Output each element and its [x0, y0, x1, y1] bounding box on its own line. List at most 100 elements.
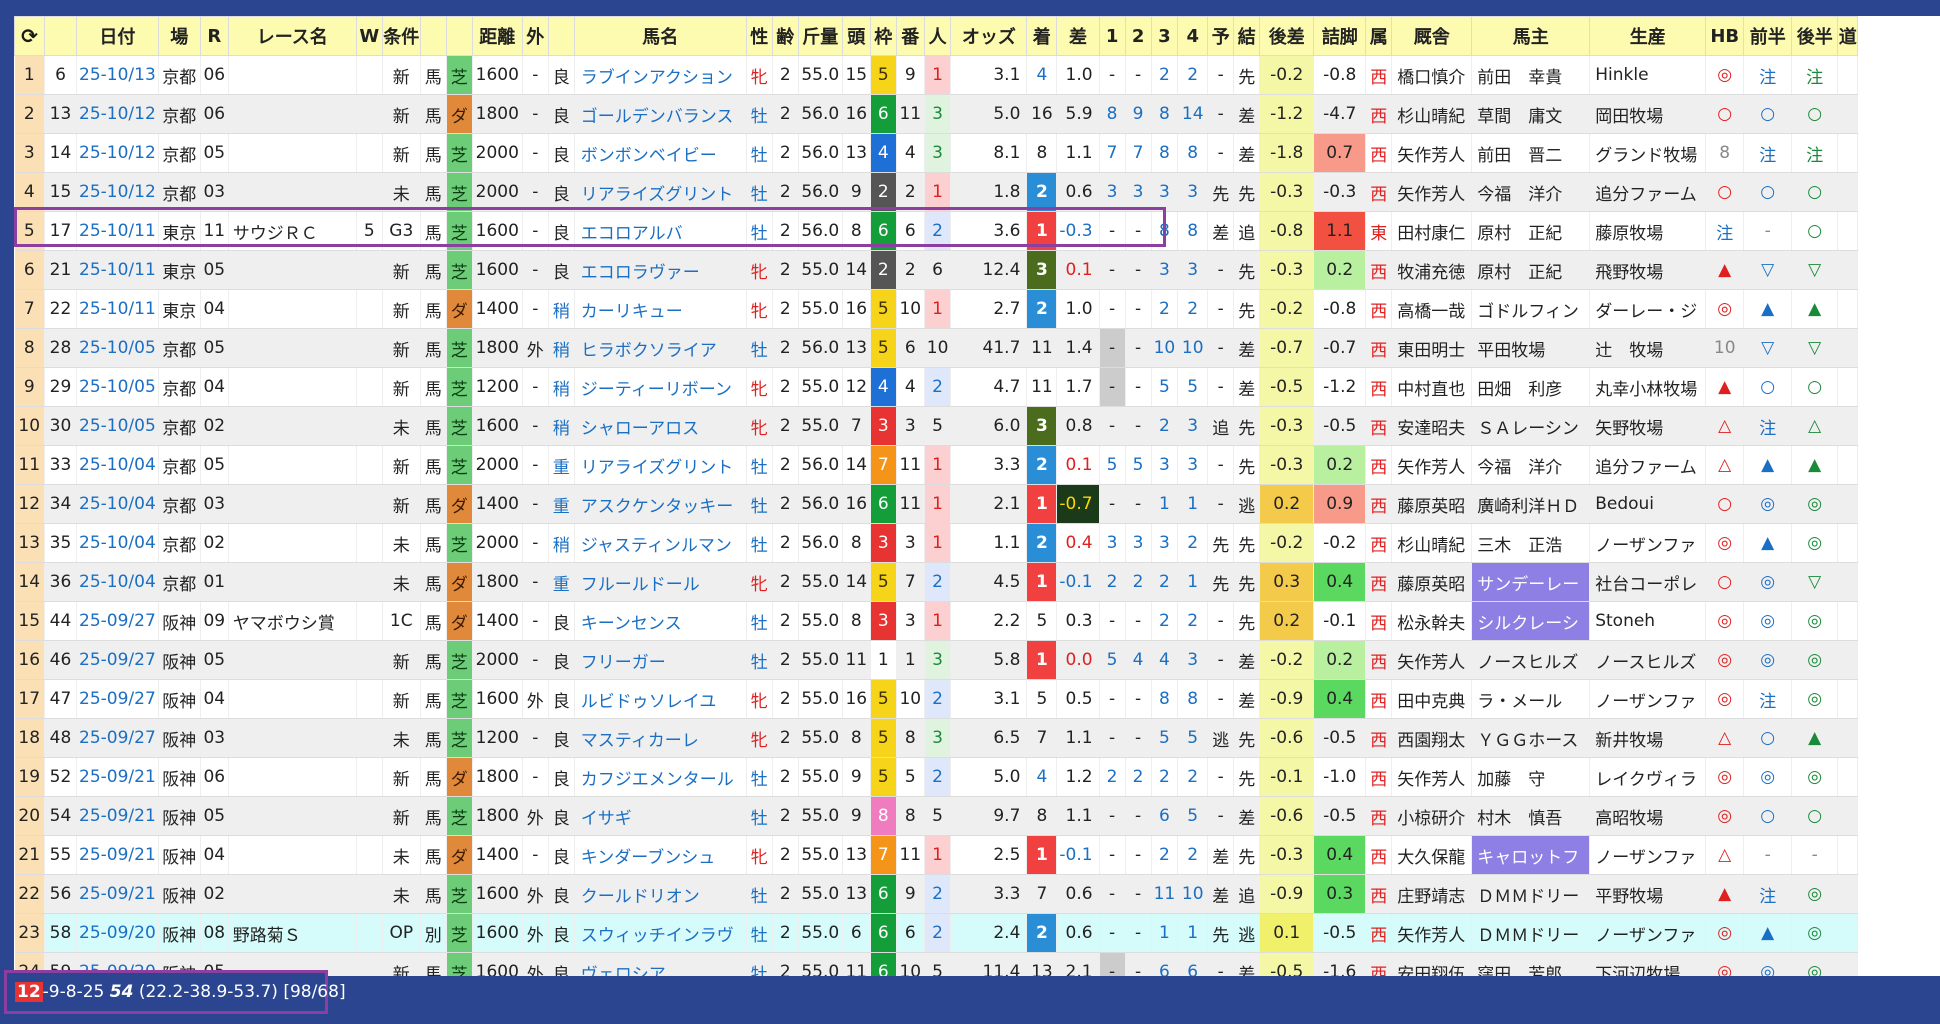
column-header-pred[interactable]: 予 [1207, 16, 1235, 56]
column-header-hb[interactable]: HB [1705, 16, 1745, 56]
cell-horse[interactable]: エコロアルバ [574, 211, 747, 251]
cell-horse[interactable]: アスクケンタッキー [574, 484, 747, 524]
cell-horse[interactable]: クールドリオン [574, 874, 747, 914]
column-header-waku[interactable]: 枠 [869, 16, 897, 56]
cell-date[interactable]: 25-09/20 [76, 913, 159, 953]
column-header-breeder[interactable]: 生産 [1589, 16, 1707, 56]
cell-horse[interactable]: キーンセンス [574, 601, 747, 641]
column-header-c2[interactable]: 2 [1124, 16, 1152, 56]
cell-date[interactable]: 25-10/13 [76, 55, 159, 95]
column-header-track[interactable]: 場 [157, 16, 201, 56]
column-header-second[interactable]: 後半 [1791, 16, 1839, 56]
cell-horse[interactable]: リアライズグリント [574, 445, 747, 485]
table-row[interactable]: 15 44 25-09/27 阪神 09 ヤマボウシ賞 1C 馬ダ 1400- 良キーンセンス牡 2… [14, 601, 1859, 641]
cell-horse[interactable]: スウィッチインラヴ [574, 913, 747, 953]
column-header-aff[interactable]: 属 [1365, 16, 1393, 56]
cell-date[interactable]: 25-09/27 [76, 718, 159, 758]
cell-date[interactable]: 25-10/05 [76, 406, 159, 446]
cell-horse[interactable]: シャローアロス [574, 406, 747, 446]
column-header-c1[interactable]: 1 [1098, 16, 1126, 56]
column-header-no[interactable] [44, 16, 77, 56]
column-header-r[interactable]: R [199, 16, 229, 56]
refresh-icon[interactable]: ⟳ [14, 16, 45, 56]
cell-date[interactable]: 25-09/21 [76, 757, 159, 797]
table-row[interactable]: 22 56 25-09/21 阪神 02 未馬芝 1600 外良クールドリオン牡 2 55.0 13… [14, 874, 1859, 914]
column-header-owner[interactable]: 馬主 [1471, 16, 1591, 56]
column-header-heads[interactable]: 頭 [841, 16, 871, 56]
cell-date[interactable]: 25-10/04 [76, 523, 159, 563]
table-row[interactable]: 20 54 25-09/21 阪神 05 新馬芝 1800 外良イサギ牡 2 55.0 9 8 8 5 9.… [14, 796, 1859, 836]
column-header-age[interactable]: 齢 [771, 16, 799, 56]
table-row[interactable]: 6 21 25-10/11 東京 05 新馬芝 1600- 良エコロラヴァー牝 2 55.0 14 2… [14, 250, 1859, 290]
column-header-w[interactable]: W [355, 16, 383, 56]
cell-date[interactable]: 25-10/11 [76, 211, 159, 251]
table-row[interactable]: 19 52 25-09/21 阪神 06 新馬ダ 1800- 良カフジエメンタール牡 2 55.0… [14, 757, 1859, 797]
cell-horse[interactable]: ジャスティンルマン [574, 523, 747, 563]
cell-horse[interactable]: フルールドール [574, 562, 747, 602]
table-row[interactable]: 9 29 25-10/05 京都 04 新馬芝 1200- 稍ジーティーリボーン牝 2 55.0 1… [14, 367, 1859, 407]
cell-date[interactable]: 25-09/27 [76, 679, 159, 719]
table-row[interactable]: 18 48 25-09/27 阪神 03 未馬芝 1200- 良マスティカーレ牝 2 55.0 8 5… [14, 718, 1859, 758]
cell-horse[interactable]: ゴールデンバランス [574, 94, 747, 134]
column-header-sex2[interactable] [419, 16, 447, 56]
table-row[interactable]: 16 46 25-09/27 阪神 05 新馬芝 2000- 良フリーガー牡 2 55.0 11 1 1… [14, 640, 1859, 680]
table-row[interactable]: 12 34 25-10/04 京都 03 新馬ダ 1400- 重アスクケンタッキー牡 2 56.0… [14, 484, 1859, 524]
table-row[interactable]: 21 55 25-09/21 阪神 04 未馬ダ 1400- 良キンダーブンシュ牝 2 55.0 1… [14, 835, 1859, 875]
table-row[interactable]: 11 33 25-10/04 京都 05 新馬芝 2000- 重リアライズグリント牡 2 56.0… [14, 445, 1859, 485]
cell-date[interactable]: 25-09/21 [76, 796, 159, 836]
column-header-first[interactable]: 前半 [1743, 16, 1793, 56]
column-header-cond[interactable]: 条件 [381, 16, 421, 56]
cell-horse[interactable]: カフジエメンタール [574, 757, 747, 797]
cell-date[interactable]: 25-10/12 [76, 172, 159, 212]
column-header-dist[interactable]: 距離 [471, 16, 523, 56]
table-row[interactable]: 14 36 25-10/04 京都 01 未馬ダ 1800- 重フルールドール牝 2 55.0 14… [14, 562, 1859, 602]
column-header-pop[interactable]: 人 [923, 16, 952, 56]
cell-date[interactable]: 25-09/27 [76, 640, 159, 680]
cell-date[interactable]: 25-09/21 [76, 835, 159, 875]
cell-date[interactable]: 25-10/04 [76, 445, 159, 485]
cell-date[interactable]: 25-10/04 [76, 484, 159, 524]
table-row[interactable]: 8 28 25-10/05 京都 05 新馬芝 1800 外稍ヒラボクソライア牡 2 56.0 13… [14, 328, 1859, 368]
cell-horse[interactable]: エコロラヴァー [574, 250, 747, 290]
column-header-sex[interactable]: 性 [745, 16, 773, 56]
cell-date[interactable]: 25-09/27 [76, 601, 159, 641]
cell-horse[interactable]: ボンボンベイビー [574, 133, 747, 173]
cell-horse[interactable]: ヴェロシア [574, 952, 747, 976]
column-header-wt[interactable]: 斤量 [797, 16, 843, 56]
column-header-fin[interactable]: 着 [1026, 16, 1058, 56]
table-row[interactable]: 13 35 25-10/04 京都 02 未馬芝 2000- 稍ジャスティンルマン牡 2 56.0… [14, 523, 1859, 563]
cell-date[interactable]: 25-10/11 [76, 250, 159, 290]
column-header-c4[interactable]: 4 [1177, 16, 1209, 56]
cell-horse[interactable]: ルビドゥソレイユ [574, 679, 747, 719]
table-row[interactable]: 10 30 25-10/05 京都 02 未馬芝 1600- 稍シャローアロス牝 2 55.0 7 3… [14, 406, 1859, 446]
cell-date[interactable]: 25-10/11 [76, 289, 159, 329]
table-row[interactable]: 17 47 25-09/27 阪神 04 新馬芝 1600 外良ルビドゥソレイユ牝 2 55.0 1… [14, 679, 1859, 719]
column-header-horse[interactable]: 馬名 [573, 16, 747, 56]
column-header-date[interactable]: 日付 [76, 16, 159, 56]
cell-date[interactable]: 25-10/05 [76, 367, 159, 407]
cell-horse[interactable]: リアライズグリント [574, 172, 747, 212]
table-row[interactable]: 3 14 25-10/12 京都 05 新馬芝 2000- 良ボンボンベイビー牡 2 56.0 13… [14, 133, 1859, 173]
column-header-odds[interactable]: オッズ [950, 16, 1028, 56]
cell-horse[interactable]: ヒラボクソライア [574, 328, 747, 368]
cell-horse[interactable]: キンダーブンシュ [574, 835, 747, 875]
cell-date[interactable]: 25-10/12 [76, 94, 159, 134]
column-header-late[interactable]: 後差 [1259, 16, 1315, 56]
column-header-ban[interactable]: 番 [895, 16, 925, 56]
table-row[interactable]: 1 6 25-10/13 京都 06 新馬芝 1600- 良ラブインアクション牝 2 55.0 15… [14, 55, 1859, 95]
column-header-going[interactable] [547, 16, 575, 56]
cell-date[interactable]: 25-10/05 [76, 328, 159, 368]
cell-horse[interactable]: ラブインアクション [574, 55, 747, 95]
cell-horse[interactable]: イサギ [574, 796, 747, 836]
column-header-extra[interactable]: 道 [1837, 16, 1859, 56]
cell-horse[interactable]: マスティカーレ [574, 718, 747, 758]
column-header-kick[interactable]: 詰脚 [1313, 16, 1367, 56]
column-header-race[interactable]: レース名 [227, 16, 357, 56]
cell-horse[interactable]: フリーガー [574, 640, 747, 680]
cell-date[interactable]: 25-10/04 [76, 562, 159, 602]
table-row[interactable]: 5 17 25-10/11 東京 11 サウジＲＣ 5 G3 馬芝 1600- 良エコロアルバ牡 2 5… [14, 211, 1859, 251]
cell-horse[interactable]: ジーティーリボーン [574, 367, 747, 407]
column-header-res[interactable]: 結 [1233, 16, 1261, 56]
cell-date[interactable]: 25-09/21 [76, 874, 159, 914]
table-row[interactable]: 2 13 25-10/12 京都 06 新馬ダ 1800- 良ゴールデンバランス牡 2 56.0 1… [14, 94, 1859, 134]
